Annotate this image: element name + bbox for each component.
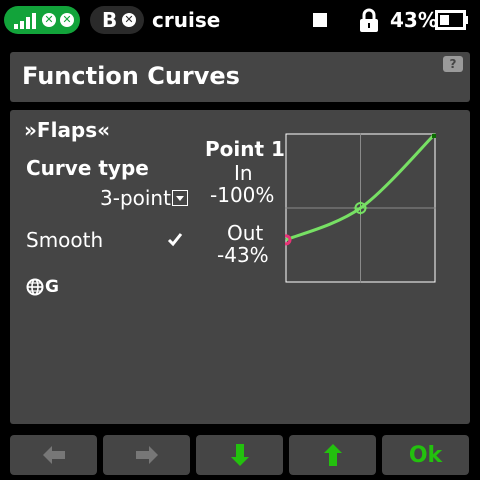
curve-chart[interactable] [280,132,437,283]
point-title: Point 1 [205,137,285,161]
page-title: Function Curves [22,62,240,90]
prev-button[interactable] [10,435,97,475]
help-icon[interactable]: ? [443,56,463,72]
move-down-button[interactable] [196,435,283,475]
model-name[interactable]: cruise [152,6,220,34]
in-value: -100% [210,183,275,207]
module-label: B [102,8,118,32]
ok-button[interactable]: Ok [382,435,469,475]
curve-chart-svg [280,132,437,283]
battery-icon [435,10,468,30]
stop-icon [313,13,327,27]
globe-icon[interactable] [26,278,44,296]
smooth-label: Smooth [26,228,104,252]
lock-icon [360,8,378,32]
telemetry-off-icon: ✕ [42,13,56,27]
module-indicator: B ✕ [90,6,144,34]
status-indicators: ✕ ✕ [4,6,80,34]
curve-point-3 [432,134,436,138]
out-label: Out [227,221,264,245]
global-label: G [45,277,59,297]
in-label: In [234,161,253,185]
battery-percent: 43% [390,8,438,32]
next-button[interactable] [103,435,190,475]
signal-bars-icon [14,13,36,29]
ok-label: Ok [408,442,443,468]
curve-type-label: Curve type [26,156,149,180]
arrow-down-icon [230,444,249,466]
curve-type-dropdown[interactable]: 3-point [100,186,192,210]
smooth-checkbox[interactable] [166,231,184,247]
dropdown-arrow-icon [172,190,188,206]
out-value: -43% [217,243,269,267]
arrow-left-icon [42,446,65,464]
arrow-up-icon [323,444,342,466]
receiver-off-icon: ✕ [60,13,74,27]
curve-type-value: 3-point [100,186,171,210]
move-up-button[interactable] [289,435,376,475]
function-name: »Flaps« [24,118,111,142]
module-off-icon: ✕ [122,13,136,27]
arrow-right-icon [135,446,158,464]
